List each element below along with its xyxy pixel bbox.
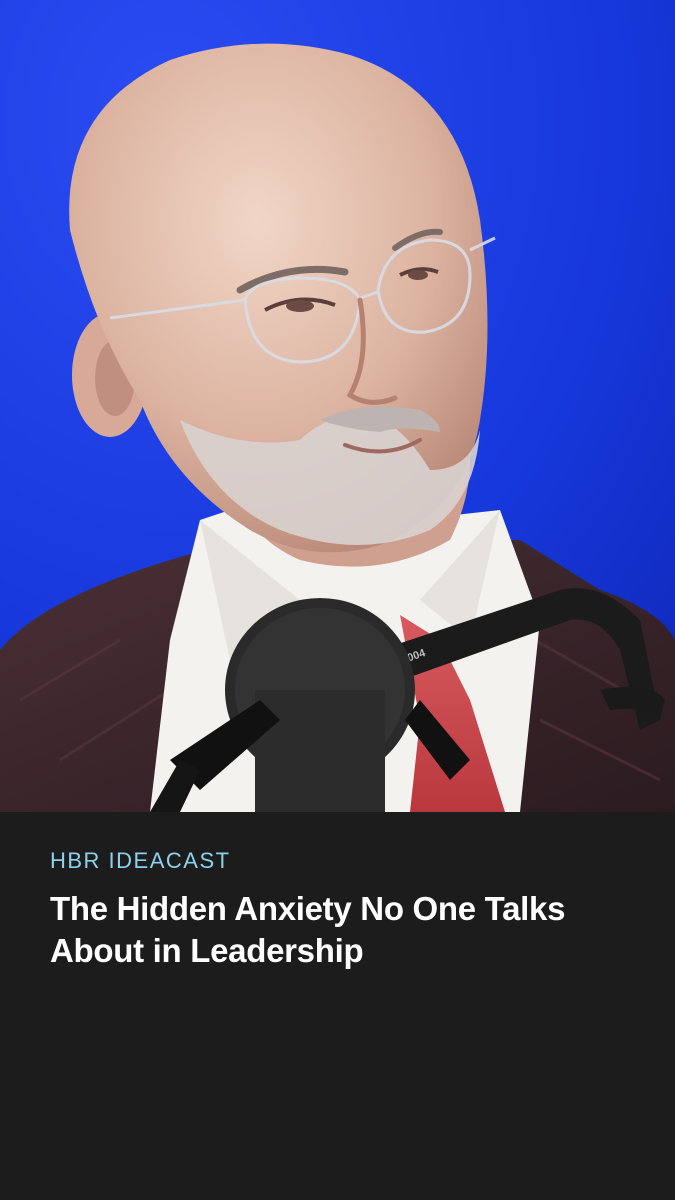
guest-portrait-illustration: Model 3004 <box>0 0 675 812</box>
episode-photo: Model 3004 <box>0 0 675 812</box>
series-kicker: HBR IDEACAST <box>50 848 231 873</box>
episode-caption: HBR IDEACAST The Hidden Anxiety No One T… <box>0 812 675 1200</box>
episode-headline: The Hidden Anxiety No One Talks About in… <box>50 890 566 969</box>
